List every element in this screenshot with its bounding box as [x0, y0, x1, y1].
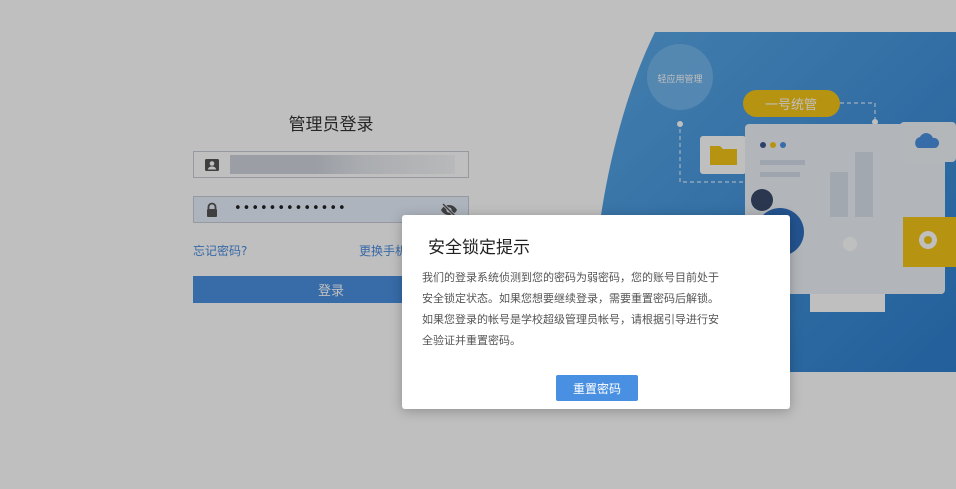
- security-lock-dialog: 安全锁定提示 我们的登录系统侦测到您的密码为弱密码，您的账号目前处于 安全锁定状…: [402, 215, 790, 409]
- reset-password-button[interactable]: 重置密码: [556, 375, 638, 401]
- dialog-title: 安全锁定提示: [428, 238, 530, 258]
- dialog-line: 如果您登录的帐号是学校超级管理员帐号，请根据引导进行安: [422, 313, 719, 326]
- dialog-line: 我们的登录系统侦测到您的密码为弱密码，您的账号目前处于: [422, 271, 719, 284]
- dialog-line: 安全锁定状态。如果您想要继续登录，需要重置密码后解锁。: [422, 292, 719, 305]
- dialog-line: 全验证并重置密码。: [422, 334, 521, 347]
- dialog-message: 我们的登录系统侦测到您的密码为弱密码，您的账号目前处于 安全锁定状态。如果您想要…: [422, 267, 772, 351]
